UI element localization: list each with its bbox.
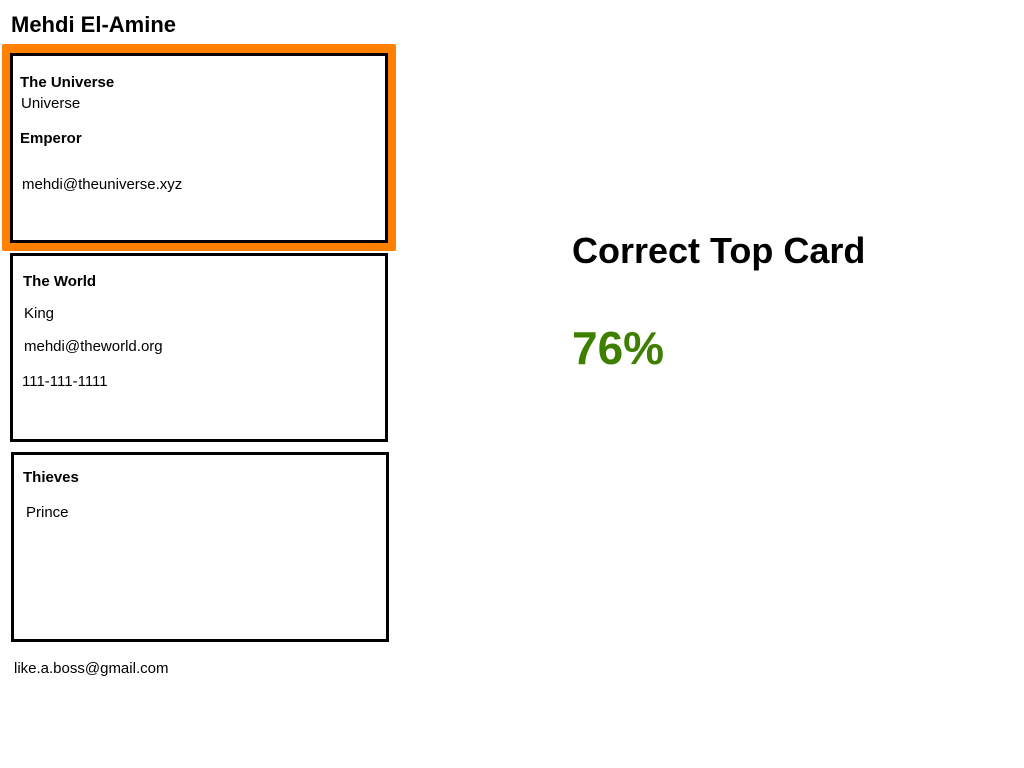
card-company: The Universe — [20, 74, 115, 91]
card-email: mehdi@theworld.org — [24, 338, 163, 355]
card-title: Emperor — [20, 130, 82, 147]
business-card-universe[interactable]: The Universe Universe Emperor mehdi@theu… — [10, 53, 388, 243]
card-email: mehdi@theuniverse.xyz — [22, 176, 183, 193]
card-company: Thieves — [23, 469, 79, 486]
business-card-world[interactable]: The World King mehdi@theworld.org 111-11… — [10, 253, 388, 442]
business-card-thieves[interactable]: Thieves Prince — [11, 452, 389, 642]
card-subtitle: Universe — [21, 95, 81, 112]
card-title: Prince — [26, 504, 69, 521]
footer-email: like.a.boss@gmail.com — [14, 660, 169, 677]
card-phone: 111-111-1111 — [22, 373, 108, 390]
card-title: King — [24, 305, 55, 322]
result-title: Correct Top Card — [572, 230, 866, 271]
card-company: The World — [23, 273, 97, 290]
result-percentage: 76% — [572, 322, 665, 374]
person-name: Mehdi El-Amine — [11, 12, 177, 37]
